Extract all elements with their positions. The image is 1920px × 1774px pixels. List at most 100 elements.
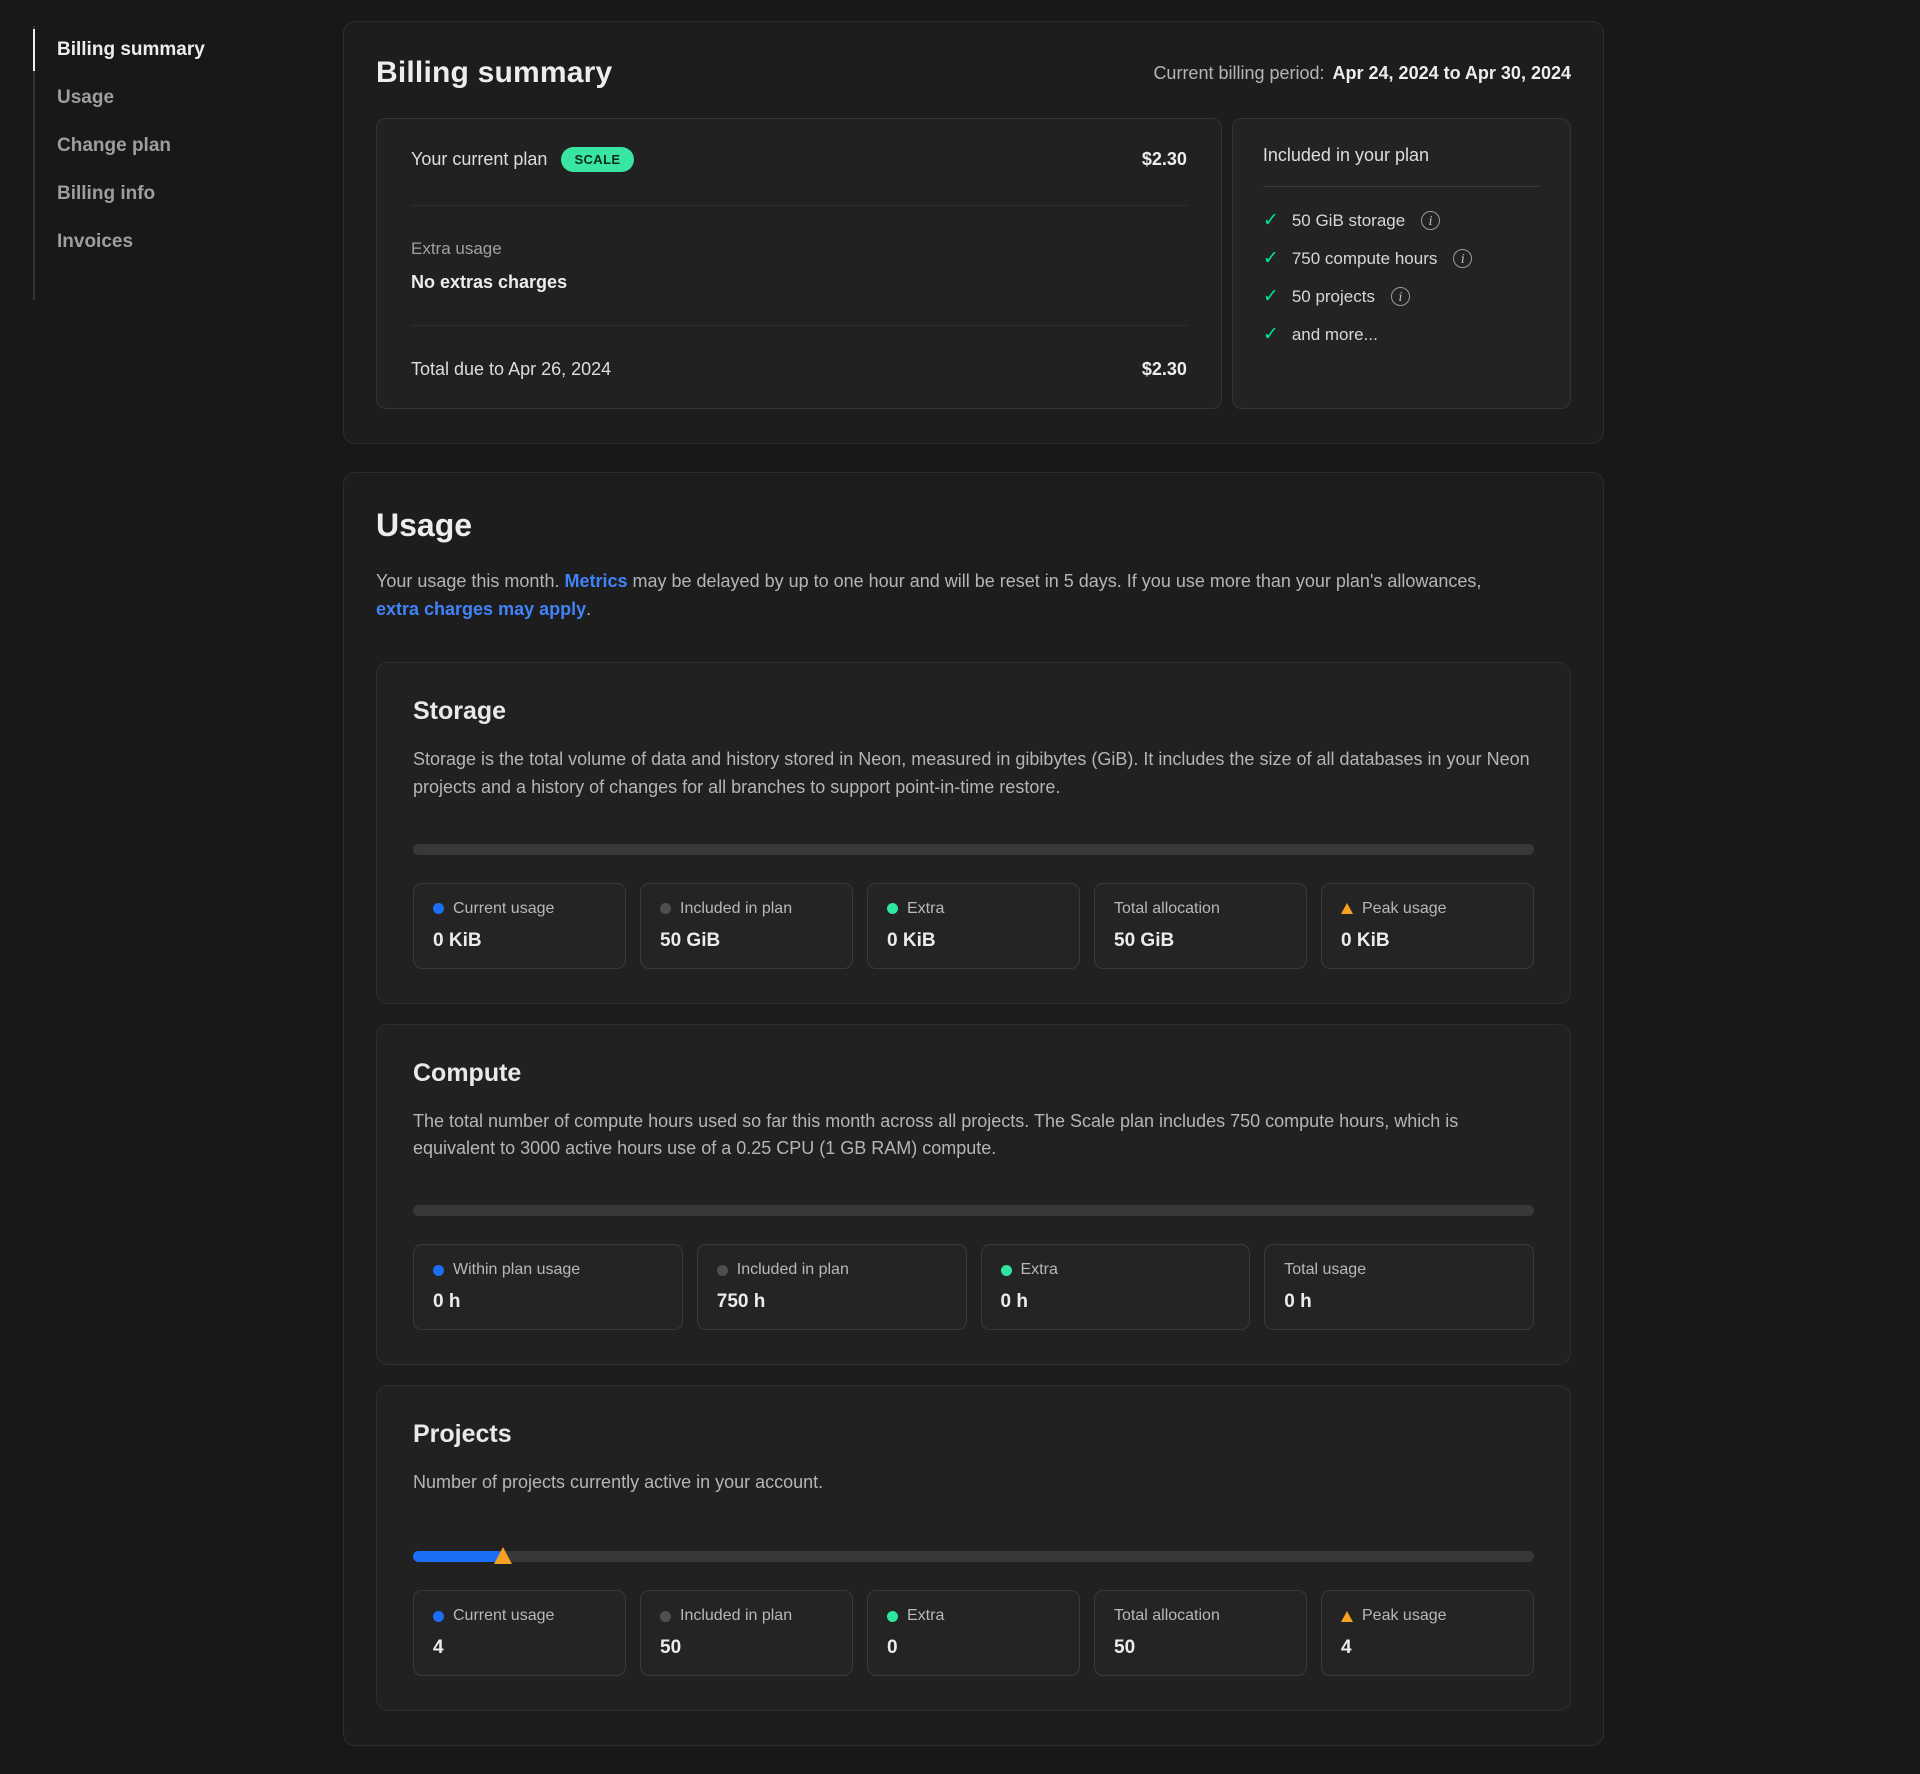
stat-box-peak-usage: Peak usage 4 [1321, 1590, 1534, 1676]
peak-marker-icon [494, 1547, 512, 1564]
compute-progress-bar [413, 1205, 1534, 1216]
metrics-link[interactable]: Metrics [564, 571, 627, 591]
stat-label: Included in plan [680, 1607, 792, 1625]
stat-label: Extra [907, 1607, 944, 1625]
billing-period-label: Current billing period: [1153, 63, 1324, 83]
orange-triangle-icon [1341, 903, 1353, 914]
plan-amount: $2.30 [1142, 149, 1187, 170]
stat-value: 50 GiB [1114, 930, 1287, 952]
stat-label: Included in plan [680, 900, 792, 918]
compute-description: The total number of compute hours used s… [413, 1108, 1534, 1164]
stat-value: 0 [887, 1637, 1060, 1659]
usage-intro-text: Your usage this month. [376, 571, 564, 591]
billing-nav-list: Billing summary Usage Change plan Billin… [33, 26, 283, 300]
stat-box-peak-usage: Peak usage 0 KiB [1321, 883, 1534, 969]
sidebar-item-billing-info[interactable]: Billing info [35, 170, 283, 218]
stat-label: Total allocation [1114, 900, 1220, 918]
included-item: and more... [1263, 323, 1540, 346]
billing-period-value: Apr 24, 2024 to Apr 30, 2024 [1333, 63, 1571, 83]
sidebar-item-label: Invoices [57, 231, 133, 253]
stat-label: Extra [1021, 1261, 1058, 1279]
stat-label: Within plan usage [453, 1261, 580, 1279]
storage-progress-bar [413, 844, 1534, 855]
billing-summary-card: Billing summary Current billing period: A… [343, 21, 1604, 444]
plan-badge: SCALE [561, 147, 633, 172]
stat-box-total-allocation: Total allocation 50 [1094, 1590, 1307, 1676]
stat-value: 0 KiB [433, 930, 606, 952]
included-title: Included in your plan [1263, 145, 1540, 166]
info-icon[interactable] [1453, 249, 1472, 268]
stat-box-total-allocation: Total allocation 50 GiB [1094, 883, 1307, 969]
stat-box-current-usage: Current usage 0 KiB [413, 883, 626, 969]
stat-value: 0 h [1284, 1291, 1514, 1313]
divider [1263, 186, 1540, 187]
included-item-label: and more... [1292, 325, 1378, 345]
stat-box-included-in-plan: Included in plan 50 GiB [640, 883, 853, 969]
blue-dot-icon [433, 1611, 444, 1622]
sidebar-item-usage[interactable]: Usage [35, 74, 283, 122]
stat-value: 0 KiB [1341, 930, 1514, 952]
projects-section: Projects Number of projects currently ac… [376, 1385, 1571, 1711]
sidebar-item-label: Change plan [57, 135, 171, 157]
page-title: Billing summary [376, 56, 612, 90]
billing-main: Billing summary Current billing period: A… [343, 21, 1604, 1774]
sidebar-item-billing-summary[interactable]: Billing summary [35, 26, 283, 74]
included-item: 50 GiB storage [1263, 209, 1540, 232]
usage-card: Usage Your usage this month. Metrics may… [343, 472, 1604, 1746]
extra-charges-link[interactable]: extra charges may apply [376, 599, 586, 619]
sidebar-item-label: Usage [57, 87, 114, 109]
stat-box-current-usage: Current usage 4 [413, 1590, 626, 1676]
included-in-plan-panel: Included in your plan 50 GiB storage 750… [1232, 118, 1571, 409]
compute-title: Compute [413, 1059, 1534, 1088]
compute-section: Compute The total number of compute hour… [376, 1024, 1571, 1366]
included-item: 750 compute hours [1263, 247, 1540, 270]
sidebar-item-change-plan[interactable]: Change plan [35, 122, 283, 170]
stat-label: Current usage [453, 1607, 554, 1625]
extra-usage-label: Extra usage [411, 239, 1187, 259]
stat-value: 4 [433, 1637, 606, 1659]
info-icon[interactable] [1391, 287, 1410, 306]
divider [411, 205, 1187, 206]
billing-sidebar: Billing summary Usage Change plan Billin… [33, 26, 283, 300]
total-due-amount: $2.30 [1142, 359, 1187, 380]
stat-box-extra: Extra 0 KiB [867, 883, 1080, 969]
stat-value: 0 h [1001, 1291, 1231, 1313]
projects-progress-bar [413, 1551, 1534, 1562]
stat-value: 750 h [717, 1291, 947, 1313]
gray-dot-icon [717, 1265, 728, 1276]
stat-label: Extra [907, 900, 944, 918]
stat-box-included-in-plan: Included in plan 50 [640, 1590, 853, 1676]
divider [411, 325, 1187, 326]
stat-value: 50 [1114, 1637, 1287, 1659]
usage-intro-text: may be delayed by up to one hour and wil… [628, 571, 1482, 591]
storage-title: Storage [413, 697, 1534, 726]
checkmark-icon [1263, 209, 1279, 232]
stat-value: 0 h [433, 1291, 663, 1313]
stat-value: 50 [660, 1637, 833, 1659]
usage-intro-text: . [586, 599, 591, 619]
checkmark-icon [1263, 285, 1279, 308]
billing-period: Current billing period: Apr 24, 2024 to A… [1153, 63, 1571, 84]
stat-value: 0 KiB [887, 930, 1060, 952]
usage-intro: Your usage this month. Metrics may be de… [376, 568, 1526, 624]
stat-value: 4 [1341, 1637, 1514, 1659]
usage-title: Usage [376, 507, 1571, 544]
stat-box-extra: Extra 0 h [981, 1244, 1251, 1330]
stat-label: Total usage [1284, 1261, 1366, 1279]
checkmark-icon [1263, 247, 1279, 270]
projects-description: Number of projects currently active in y… [413, 1469, 1534, 1497]
sidebar-item-invoices[interactable]: Invoices [35, 218, 283, 266]
total-due-label: Total due to Apr 26, 2024 [411, 359, 611, 380]
sidebar-item-label: Billing summary [57, 39, 205, 61]
info-icon[interactable] [1421, 211, 1440, 230]
blue-dot-icon [433, 1265, 444, 1276]
included-item: 50 projects [1263, 285, 1540, 308]
storage-description: Storage is the total volume of data and … [413, 746, 1534, 802]
included-item-label: 750 compute hours [1292, 249, 1438, 269]
projects-title: Projects [413, 1420, 1534, 1449]
stat-value: 50 GiB [660, 930, 833, 952]
plan-charges-panel: Your current plan SCALE $2.30 Extra usag… [376, 118, 1222, 409]
green-dot-icon [887, 1611, 898, 1622]
green-dot-icon [1001, 1265, 1012, 1276]
gray-dot-icon [660, 903, 671, 914]
